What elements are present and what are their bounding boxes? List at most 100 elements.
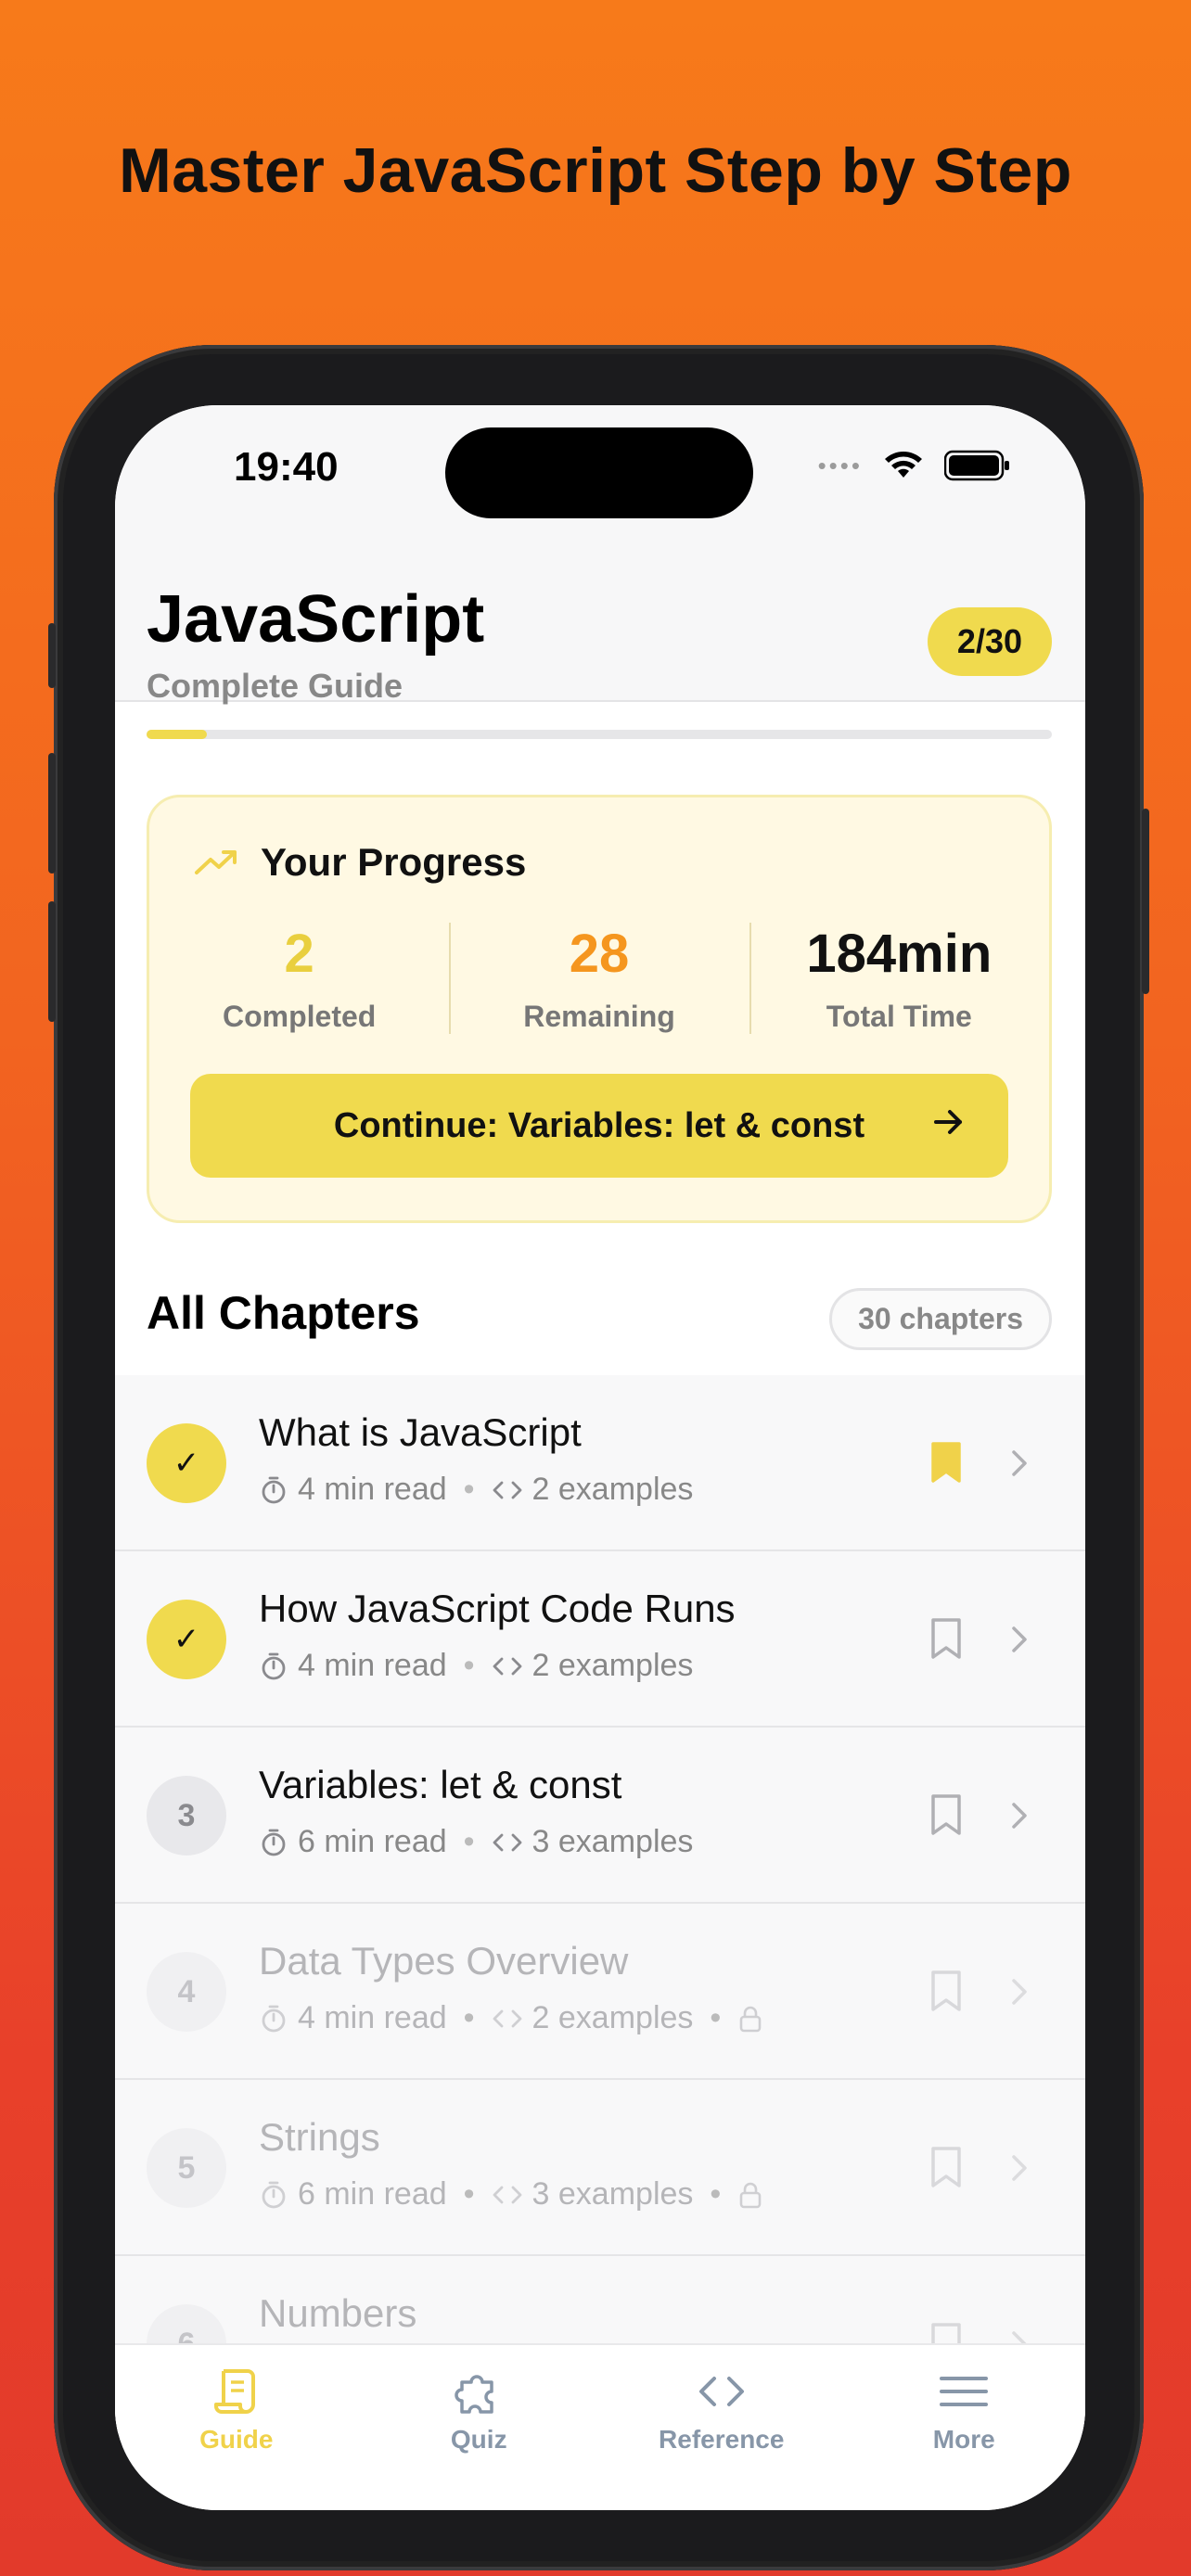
code-icon [493, 1481, 521, 1498]
bookmark-icon[interactable] [928, 1616, 965, 1661]
phone-frame: 19:40 •••• JavaScript Complete Guide 2/3… [48, 345, 1149, 2570]
chapter-title: What is JavaScript [259, 1410, 582, 1454]
stat-remaining: 28 Remaining [449, 923, 749, 1034]
timer-icon [262, 1476, 286, 1503]
battery-icon [944, 450, 1009, 481]
arrow-right-icon [934, 1110, 962, 1134]
trending-up-icon [195, 850, 237, 874]
chapter-row[interactable]: ✓ How JavaScript Code Runs 4 min read • … [115, 1551, 1085, 1728]
stat-completed-label: Completed [222, 1000, 377, 1033]
chapters-count-badge: 30 chapters [829, 1288, 1052, 1350]
chapter-title: Data Types Overview [259, 1939, 629, 1983]
stat-completed: 2 Completed [149, 923, 449, 1034]
code-icon [493, 2186, 521, 2203]
progress-count-badge: 2/30 [927, 607, 1052, 676]
stat-total-time-label: Total Time [826, 1000, 972, 1033]
stat-remaining-label: Remaining [523, 1000, 675, 1033]
meta-separator: • [710, 2000, 722, 2035]
volume-up-button [48, 753, 56, 874]
guide-scroll-icon [213, 2369, 255, 2414]
marketing-headline: Master JavaScript Step by Step [119, 135, 1072, 206]
meta-separator: • [710, 2176, 722, 2212]
stat-completed-value: 2 [284, 924, 314, 984]
chapter-meta: 4 min read • 2 examples • [259, 2000, 763, 2036]
puzzle-icon [455, 2375, 493, 2414]
chapter-examples: 2 examples [531, 2000, 694, 2035]
bookmark-icon[interactable] [928, 1440, 965, 1485]
chapter-title: Strings [259, 2115, 380, 2159]
meta-separator: • [463, 2176, 475, 2212]
chapter-meta: 6 min read • 3 examples [259, 1824, 693, 1860]
chapter-examples: 2 examples [531, 1472, 694, 1507]
page-subtitle: Complete Guide [147, 667, 403, 705]
chevron-right-icon [1012, 1626, 1027, 1652]
chapter-row[interactable]: 5 Strings 6 min read • 3 examples • [115, 2080, 1085, 2256]
chapter-read-time: 6 min read [298, 2176, 447, 2212]
tab-reference[interactable]: Reference [600, 2345, 843, 2510]
chevron-right-icon [1012, 1979, 1027, 2005]
meta-separator: • [463, 2000, 475, 2035]
chapter-read-time: 4 min read [298, 2000, 447, 2035]
bookmark-icon[interactable] [928, 1969, 965, 2013]
stat-total-time-value: 184min [806, 924, 992, 984]
chapter-meta: 4 min read • 2 examples [259, 1472, 693, 1508]
chapter-row[interactable]: 4 Data Types Overview 4 min read • 2 exa… [115, 1904, 1085, 2080]
chapter-row[interactable]: ✓ What is JavaScript 4 min read • 2 exam… [115, 1375, 1085, 1551]
power-button [1142, 809, 1149, 994]
screen-header: JavaScript Complete Guide 2/30 [115, 544, 1085, 739]
timer-icon [262, 1829, 286, 1855]
chapter-title: Numbers [259, 2291, 417, 2335]
chevron-right-icon [1012, 2155, 1027, 2181]
page-title: JavaScript [147, 582, 485, 657]
chapter-read-time: 4 min read [298, 1648, 447, 1683]
tab-more-label: More [932, 2425, 995, 2454]
stat-total-time: 184min Total Time [749, 923, 1049, 1034]
bookmark-icon[interactable] [928, 2145, 965, 2189]
progress-card: Your Progress 2 Completed 28 Remaining 1… [147, 795, 1052, 1223]
status-time: 19:40 [234, 444, 339, 490]
silent-switch [48, 623, 56, 688]
chapter-status-marker: 5 [147, 2128, 226, 2208]
chapters-section-title: All Chapters [147, 1287, 420, 1339]
continue-button-label: Continue: Variables: let & const [333, 1105, 865, 1145]
progress-card-title: Your Progress [261, 840, 527, 884]
chevron-right-icon [1012, 1450, 1027, 1476]
chapter-status-marker: 4 [147, 1952, 226, 2032]
chapter-status-marker: ✓ [147, 1600, 226, 1679]
chapter-status-marker: ✓ [147, 1423, 226, 1503]
chapter-examples: 3 examples [531, 1824, 694, 1859]
chapter-meta: 4 min read • 2 examples [259, 1648, 693, 1684]
bookmark-icon[interactable] [928, 1792, 965, 1837]
tab-guide[interactable]: Guide [115, 2345, 358, 2510]
tab-guide-label: Guide [199, 2425, 274, 2454]
code-icon [493, 1833, 521, 1851]
meta-separator: • [463, 1472, 475, 1507]
status-bar: 19:40 •••• [115, 405, 1085, 544]
chapter-examples: 2 examples [531, 1648, 694, 1683]
meta-separator: • [463, 1648, 475, 1683]
progress-bar-fill [147, 730, 208, 739]
tab-quiz[interactable]: Quiz [358, 2345, 601, 2510]
cellular-signal-icon: •••• [817, 451, 863, 479]
progress-bar [147, 730, 1052, 739]
tab-reference-label: Reference [659, 2425, 785, 2454]
tab-bar: Guide Quiz Reference More [115, 2343, 1085, 2510]
stat-remaining-value: 28 [569, 924, 630, 984]
chapter-read-time: 4 min read [298, 1472, 447, 1507]
continue-button[interactable]: Continue: Variables: let & const [190, 1074, 1008, 1178]
chapter-row[interactable]: 3 Variables: let & const 6 min read • 3 … [115, 1728, 1085, 1904]
chapter-examples: 3 examples [531, 2176, 694, 2212]
app-screen: 19:40 •••• JavaScript Complete Guide 2/3… [115, 405, 1085, 2510]
chapter-status-marker: 3 [147, 1776, 226, 1855]
code-icon [493, 1657, 521, 1675]
wifi-icon [885, 452, 922, 478]
chapter-read-time: 6 min read [298, 1824, 447, 1859]
dynamic-island [445, 427, 753, 518]
lock-icon [740, 2006, 762, 2032]
menu-icon [940, 2377, 989, 2406]
tab-more[interactable]: More [843, 2345, 1086, 2510]
timer-icon [262, 2005, 286, 2032]
chevron-right-icon [1012, 1803, 1027, 1829]
chapter-title: Variables: let & const [259, 1763, 622, 1806]
code-brackets-icon [698, 2377, 744, 2406]
